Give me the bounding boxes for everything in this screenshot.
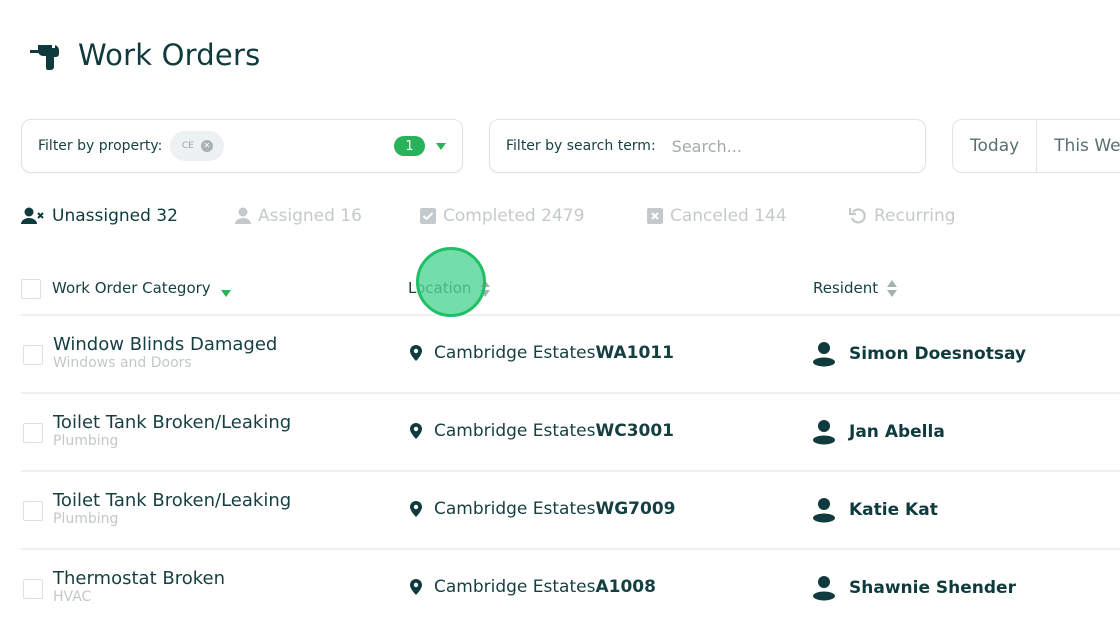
tab-unassigned[interactable]: Unassigned 32: [21, 206, 178, 226]
sort-icon[interactable]: [887, 279, 898, 297]
tab-unassigned-label: Unassigned 32: [52, 206, 178, 226]
table-row[interactable]: Toilet Tank Broken/Leaking Plumbing Camb…: [21, 394, 1120, 472]
sort-desc-icon[interactable]: [220, 289, 231, 297]
check-square-icon: [420, 208, 436, 224]
map-pin-icon: [410, 579, 422, 595]
user-icon: [813, 342, 835, 367]
unit-number: WC3001: [595, 421, 675, 441]
x-square-icon: [647, 208, 663, 224]
row-checkbox[interactable]: [23, 501, 43, 521]
tab-assigned[interactable]: Assigned 16: [235, 206, 362, 226]
category-cell: Window Blinds Damaged Windows and Doors: [53, 334, 277, 371]
tab-canceled[interactable]: Canceled 144: [647, 206, 787, 226]
refresh-icon: [849, 208, 866, 224]
property-name: Cambridge Estates: [434, 421, 596, 441]
search-filter: Filter by search term:: [489, 119, 926, 173]
page-header: Work Orders: [30, 38, 260, 72]
row-checkbox[interactable]: [23, 579, 43, 599]
location-cell: Cambridge Estates WA1011: [410, 343, 674, 363]
resident-cell: Shawnie Shender: [813, 575, 1016, 601]
column-header-category[interactable]: Work Order Category: [52, 279, 231, 297]
user-icon: [813, 576, 835, 601]
category-cell: Toilet Tank Broken/Leaking Plumbing: [53, 412, 291, 449]
search-filter-label: Filter by search term:: [506, 138, 656, 154]
user-icon: [813, 420, 835, 445]
tab-completed[interactable]: Completed 2479: [420, 206, 584, 226]
table-row[interactable]: Window Blinds Damaged Windows and Doors …: [21, 316, 1120, 394]
date-this-week-button[interactable]: This Week: [1036, 120, 1120, 172]
work-order-title[interactable]: Toilet Tank Broken/Leaking: [53, 412, 291, 433]
page-title: Work Orders: [78, 38, 261, 72]
map-pin-icon: [410, 423, 422, 439]
property-filter-label: Filter by property:: [38, 138, 163, 154]
row-checkbox[interactable]: [23, 423, 43, 443]
location-cell: Cambridge Estates A1008: [410, 577, 656, 597]
date-range-group: Today This Week: [952, 119, 1120, 173]
location-cell: Cambridge Estates WG7009: [410, 499, 676, 519]
resident-cell: Katie Kat: [813, 497, 938, 523]
property-name: Cambridge Estates: [434, 343, 596, 363]
unit-number: A1008: [595, 577, 656, 597]
tab-completed-label: Completed 2479: [443, 206, 585, 226]
close-circle-icon[interactable]: ✕: [200, 140, 213, 152]
row-checkbox[interactable]: [23, 345, 43, 365]
search-input[interactable]: [671, 136, 892, 156]
resident-name[interactable]: Katie Kat: [849, 500, 938, 520]
tab-recurring-label: Recurring: [874, 206, 956, 226]
category-cell: Thermostat Broken HVAC: [53, 568, 225, 605]
property-chip[interactable]: CE ✕: [170, 131, 225, 161]
column-header-location[interactable]: Location: [408, 279, 491, 297]
drill-icon: [30, 43, 59, 70]
property-name: Cambridge Estates: [434, 499, 596, 519]
column-header-resident-label: Resident: [813, 279, 879, 297]
property-filter[interactable]: Filter by property: CE ✕ 1: [21, 119, 463, 173]
property-name: Cambridge Estates: [434, 577, 596, 597]
work-order-title[interactable]: Window Blinds Damaged: [53, 334, 277, 355]
work-order-category: HVAC: [53, 589, 92, 605]
property-chip-label: CE: [181, 141, 194, 151]
header-select-all[interactable]: [21, 279, 41, 299]
unit-number: WG7009: [595, 499, 676, 519]
user-icon: [235, 207, 251, 224]
caret-down-icon[interactable]: [436, 143, 446, 150]
table-header: Work Order Category Location Resident: [21, 262, 1120, 316]
column-header-location-label: Location: [408, 279, 472, 297]
work-order-category: Plumbing: [53, 433, 119, 449]
sort-icon[interactable]: [480, 279, 491, 297]
user-x-icon: [21, 207, 44, 224]
resident-name[interactable]: Shawnie Shender: [849, 578, 1016, 598]
resident-cell: Simon Doesnotsay: [813, 341, 1026, 367]
resident-name[interactable]: Simon Doesnotsay: [849, 344, 1026, 364]
work-order-title[interactable]: Toilet Tank Broken/Leaking: [53, 490, 291, 511]
work-order-category: Plumbing: [53, 511, 119, 527]
map-pin-icon: [410, 501, 422, 517]
table-row[interactable]: Thermostat Broken HVAC Cambridge Estates…: [21, 550, 1120, 626]
resident-name[interactable]: Jan Abella: [849, 422, 945, 442]
tab-recurring[interactable]: Recurring: [849, 206, 956, 226]
selected-count-badge: 1: [394, 136, 425, 156]
column-header-category-label: Work Order Category: [52, 279, 211, 297]
work-order-title[interactable]: Thermostat Broken: [53, 568, 225, 589]
user-icon: [813, 498, 835, 523]
unit-number: WA1011: [595, 343, 674, 363]
column-header-resident[interactable]: Resident: [813, 279, 898, 297]
location-cell: Cambridge Estates WC3001: [410, 421, 674, 441]
work-order-category: Windows and Doors: [53, 355, 192, 371]
tab-assigned-label: Assigned 16: [258, 206, 362, 226]
work-orders-table: Work Order Category Location Resident Wi…: [21, 262, 1120, 626]
category-cell: Toilet Tank Broken/Leaking Plumbing: [53, 490, 291, 527]
date-today-button[interactable]: Today: [953, 120, 1036, 172]
tab-canceled-label: Canceled 144: [670, 206, 787, 226]
table-row[interactable]: Toilet Tank Broken/Leaking Plumbing Camb…: [21, 472, 1120, 550]
resident-cell: Jan Abella: [813, 419, 945, 445]
select-all-checkbox[interactable]: [21, 279, 41, 299]
map-pin-icon: [410, 345, 422, 361]
